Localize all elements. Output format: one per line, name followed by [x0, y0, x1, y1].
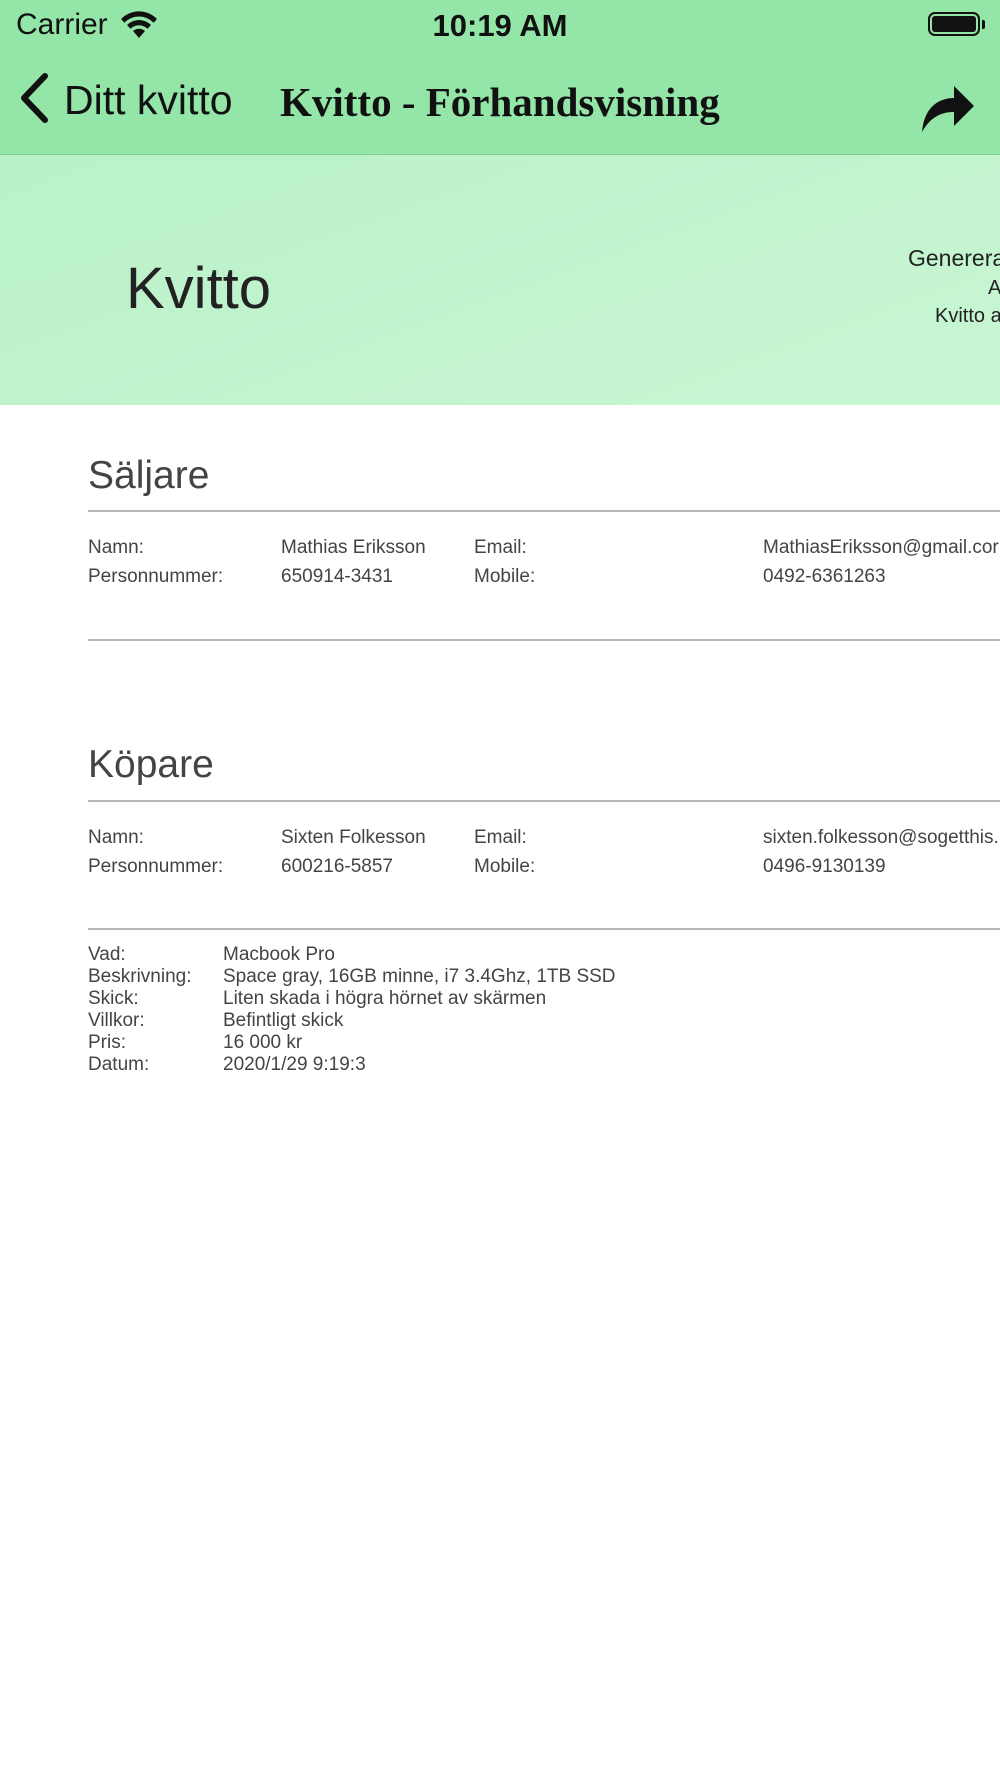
- generated-label: Generera: [908, 245, 1000, 271]
- seller-pnr: 650914-3431: [281, 566, 393, 587]
- status-bar: Carrier 10:19 AM: [0, 0, 1000, 50]
- buyer-pnr-label: Personnummer:: [88, 856, 224, 877]
- battery-icon: [928, 12, 980, 36]
- detail-value-what: Macbook Pro: [223, 944, 335, 965]
- seller-email-label: Email:: [474, 537, 527, 558]
- share-icon: [922, 86, 974, 132]
- detail-label-terms: Villkor:: [88, 1010, 145, 1031]
- detail-label-what: Vad:: [88, 944, 126, 965]
- buyer-email: sixten.folkesson@sogetthis.: [763, 827, 999, 848]
- detail-value-price: 16 000 kr: [223, 1032, 303, 1053]
- buyer-email-label: Email:: [474, 827, 527, 848]
- buyer-divider: [88, 800, 1000, 802]
- share-button[interactable]: [918, 82, 976, 139]
- seller-bottom-divider: [88, 639, 1000, 641]
- receipt-info-line: Kvitto a: [935, 305, 1000, 327]
- seller-name: Mathias Eriksson: [281, 537, 426, 558]
- buyer-mobile-label: Mobile:: [474, 856, 536, 877]
- battery-tip: [982, 20, 985, 29]
- navigation-bar: Carrier 10:19 AM Ditt kvitto Kvitto - Fö…: [0, 0, 1000, 155]
- detail-value-date: 2020/1/29 9:19:3: [223, 1054, 366, 1075]
- seller-pnr-label: Personnummer:: [88, 566, 224, 587]
- buyer-bottom-divider: [88, 928, 1000, 930]
- back-button[interactable]: Ditt kvitto: [18, 72, 233, 129]
- header-info-line: A: [988, 277, 1000, 299]
- seller-mobile: 0492-6361263: [763, 566, 886, 587]
- seller-mobile-label: Mobile:: [474, 566, 536, 587]
- buyer-mobile: 0496-9130139: [763, 856, 886, 877]
- detail-value-terms: Befintligt skick: [223, 1010, 344, 1031]
- detail-label-date: Datum:: [88, 1054, 150, 1075]
- detail-value-condition: Liten skada i högra hörnet av skärmen: [223, 988, 547, 1009]
- back-button-label: Ditt kvitto: [64, 77, 233, 123]
- seller-divider: [88, 510, 1000, 512]
- seller-email: MathiasEriksson@gmail.cor: [763, 537, 999, 558]
- detail-label-condition: Skick:: [88, 988, 139, 1009]
- buyer-name: Sixten Folkesson: [281, 827, 426, 848]
- detail-label-description: Beskrivning:: [88, 966, 192, 987]
- chevron-left-icon: [18, 72, 50, 129]
- page-title: Kvitto - Förhandsvisning: [280, 79, 720, 125]
- receipt-title: Kvitto: [126, 256, 272, 321]
- buyer-heading: Köpare: [88, 743, 214, 786]
- status-time: 10:19 AM: [432, 8, 568, 43]
- receipt-header: Kvitto Generera A Kvitto a: [0, 155, 1000, 405]
- detail-label-price: Pris:: [88, 1032, 126, 1053]
- seller-heading: Säljare: [88, 454, 210, 497]
- detail-value-description: Space gray, 16GB minne, i7 3.4Ghz, 1TB S…: [223, 966, 616, 987]
- buyer-name-label: Namn:: [88, 827, 144, 848]
- seller-name-label: Namn:: [88, 537, 144, 558]
- buyer-pnr: 600216-5857: [281, 856, 393, 877]
